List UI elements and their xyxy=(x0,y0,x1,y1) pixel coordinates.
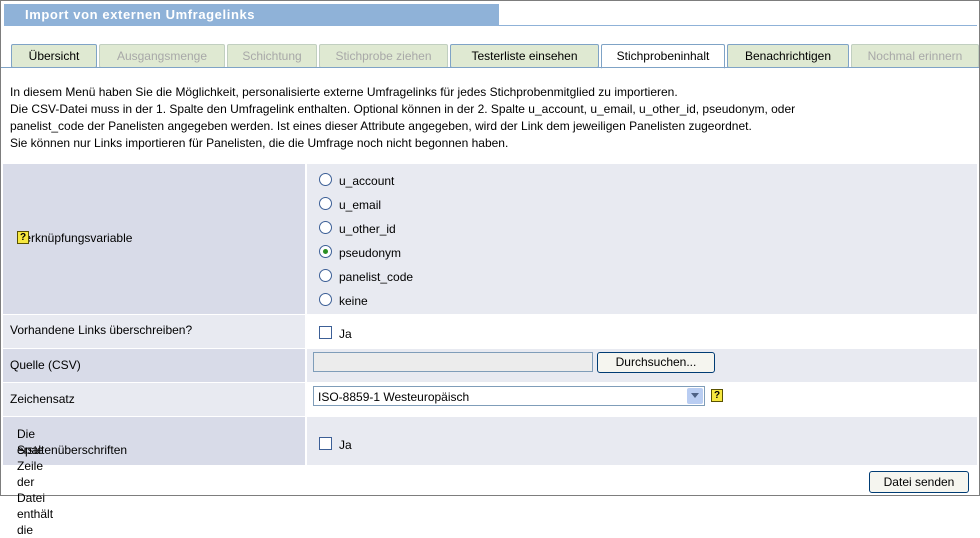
header-row-checkbox-label: Ja xyxy=(339,438,352,452)
chevron-down-icon[interactable] xyxy=(687,388,703,404)
tab-testerliste-einsehen[interactable]: Testerliste einsehen xyxy=(450,44,599,68)
charset-label: Zeichensatz xyxy=(10,392,75,406)
tab-benachrichtigen[interactable]: Benachrichtigen xyxy=(727,44,849,68)
overwrite-checkbox-label: Ja xyxy=(339,327,352,341)
row-link-variable: Verknüpfungsvariable ? u_account u_email… xyxy=(3,163,977,314)
intro-line: Die CSV-Datei muss in der 1. Spalte den … xyxy=(10,102,796,116)
title-underline xyxy=(499,25,977,26)
charset-cell: ISO-8859-1 Westeuropäisch ? xyxy=(307,383,977,416)
header-row-checkbox[interactable] xyxy=(319,437,332,450)
link-variable-label: Verknüpfungsvariable xyxy=(17,231,133,245)
row-header-row: Die erste Zeile der Datei enthält die Sp… xyxy=(3,416,977,537)
csv-file-input[interactable] xyxy=(313,352,593,372)
row-label-cell: Verknüpfungsvariable ? xyxy=(3,164,305,314)
radio-label: keine xyxy=(339,294,368,308)
radio-u-email[interactable]: u_email xyxy=(319,196,499,214)
charset-select[interactable]: ISO-8859-1 Westeuropäisch xyxy=(313,386,705,406)
row-source: Quelle (CSV) Durchsuchen... xyxy=(3,348,977,382)
radio-label: u_other_id xyxy=(339,222,396,236)
radio-pseudonym[interactable]: pseudonym xyxy=(319,244,499,262)
help-icon[interactable]: ? xyxy=(17,231,29,244)
radio-label: pseudonym xyxy=(339,246,402,260)
overwrite-checkbox[interactable] xyxy=(319,326,332,339)
row-label-cell: Zeichensatz xyxy=(3,383,305,416)
import-panel: Import von externen Umfragelinks Übersic… xyxy=(0,0,980,537)
source-label: Quelle (CSV) xyxy=(10,358,81,372)
radio-button[interactable] xyxy=(319,197,332,210)
tab-ausgangsmenge: Ausgangsmenge xyxy=(99,44,225,68)
radio-u-account[interactable]: u_account xyxy=(319,172,499,190)
charset-selected-value: ISO-8859-1 Westeuropäisch xyxy=(318,390,470,404)
radio-u-other-id[interactable]: u_other_id xyxy=(319,220,499,238)
row-label-cell: Die erste Zeile der Datei enthält die Sp… xyxy=(3,417,305,537)
tab-stichprobe-ziehen: Stichprobe ziehen xyxy=(319,44,448,68)
tab-uebersicht[interactable]: Übersicht xyxy=(11,44,97,68)
radio-button[interactable] xyxy=(319,173,332,186)
row-label-cell: Vorhandene Links überschreiben? xyxy=(3,315,305,348)
help-icon[interactable]: ? xyxy=(711,389,723,402)
panel-title-bar: Import von externen Umfragelinks xyxy=(4,4,499,26)
radio-label: panelist_code xyxy=(339,270,414,284)
radio-keine[interactable]: keine xyxy=(319,292,499,310)
radio-label: u_email xyxy=(339,198,382,212)
tab-schichtung: Schichtung xyxy=(227,44,317,68)
radio-label: u_account xyxy=(339,174,395,188)
row-label-cell: Quelle (CSV) xyxy=(3,349,305,382)
row-overwrite: Vorhandene Links überschreiben? Ja xyxy=(3,314,977,348)
radio-panelist-code[interactable]: panelist_code xyxy=(319,268,499,286)
radio-button[interactable] xyxy=(319,269,332,282)
overwrite-cell: Ja xyxy=(307,315,977,348)
radio-button-selected[interactable] xyxy=(319,245,332,258)
panel-title: Import von externen Umfragelinks xyxy=(25,7,256,22)
intro-line: panelist_code der Panelisten angegeben w… xyxy=(10,119,752,133)
radio-selected-dot xyxy=(323,249,328,254)
tab-stichprobeninhalt[interactable]: Stichprobeninhalt xyxy=(601,44,725,69)
intro-text: In diesem Menü haben Sie die Möglichkeit… xyxy=(10,84,970,152)
link-variable-options: u_account u_email u_other_id pseudonym p… xyxy=(307,164,977,314)
intro-line: In diesem Menü haben Sie die Möglichkeit… xyxy=(10,85,678,99)
submit-file-button[interactable]: Datei senden xyxy=(869,471,969,493)
header-row-cell: Ja xyxy=(307,417,977,465)
tab-nochmal-erinnern: Nochmal erinnern xyxy=(851,44,979,68)
overwrite-label: Vorhandene Links überschreiben? xyxy=(10,323,193,337)
tab-baseline xyxy=(1,67,979,68)
intro-line: Sie können nur Links importieren für Pan… xyxy=(10,136,509,150)
browse-button[interactable]: Durchsuchen... xyxy=(597,352,715,373)
row-charset: Zeichensatz ISO-8859-1 Westeuropäisch ? xyxy=(3,382,977,416)
header-row-label: Spaltenüberschriften xyxy=(17,443,128,457)
tab-bar: Übersicht Ausgangsmenge Schichtung Stich… xyxy=(1,44,979,69)
radio-button[interactable] xyxy=(319,293,332,306)
radio-button[interactable] xyxy=(319,221,332,234)
source-cell: Durchsuchen... xyxy=(307,349,977,382)
